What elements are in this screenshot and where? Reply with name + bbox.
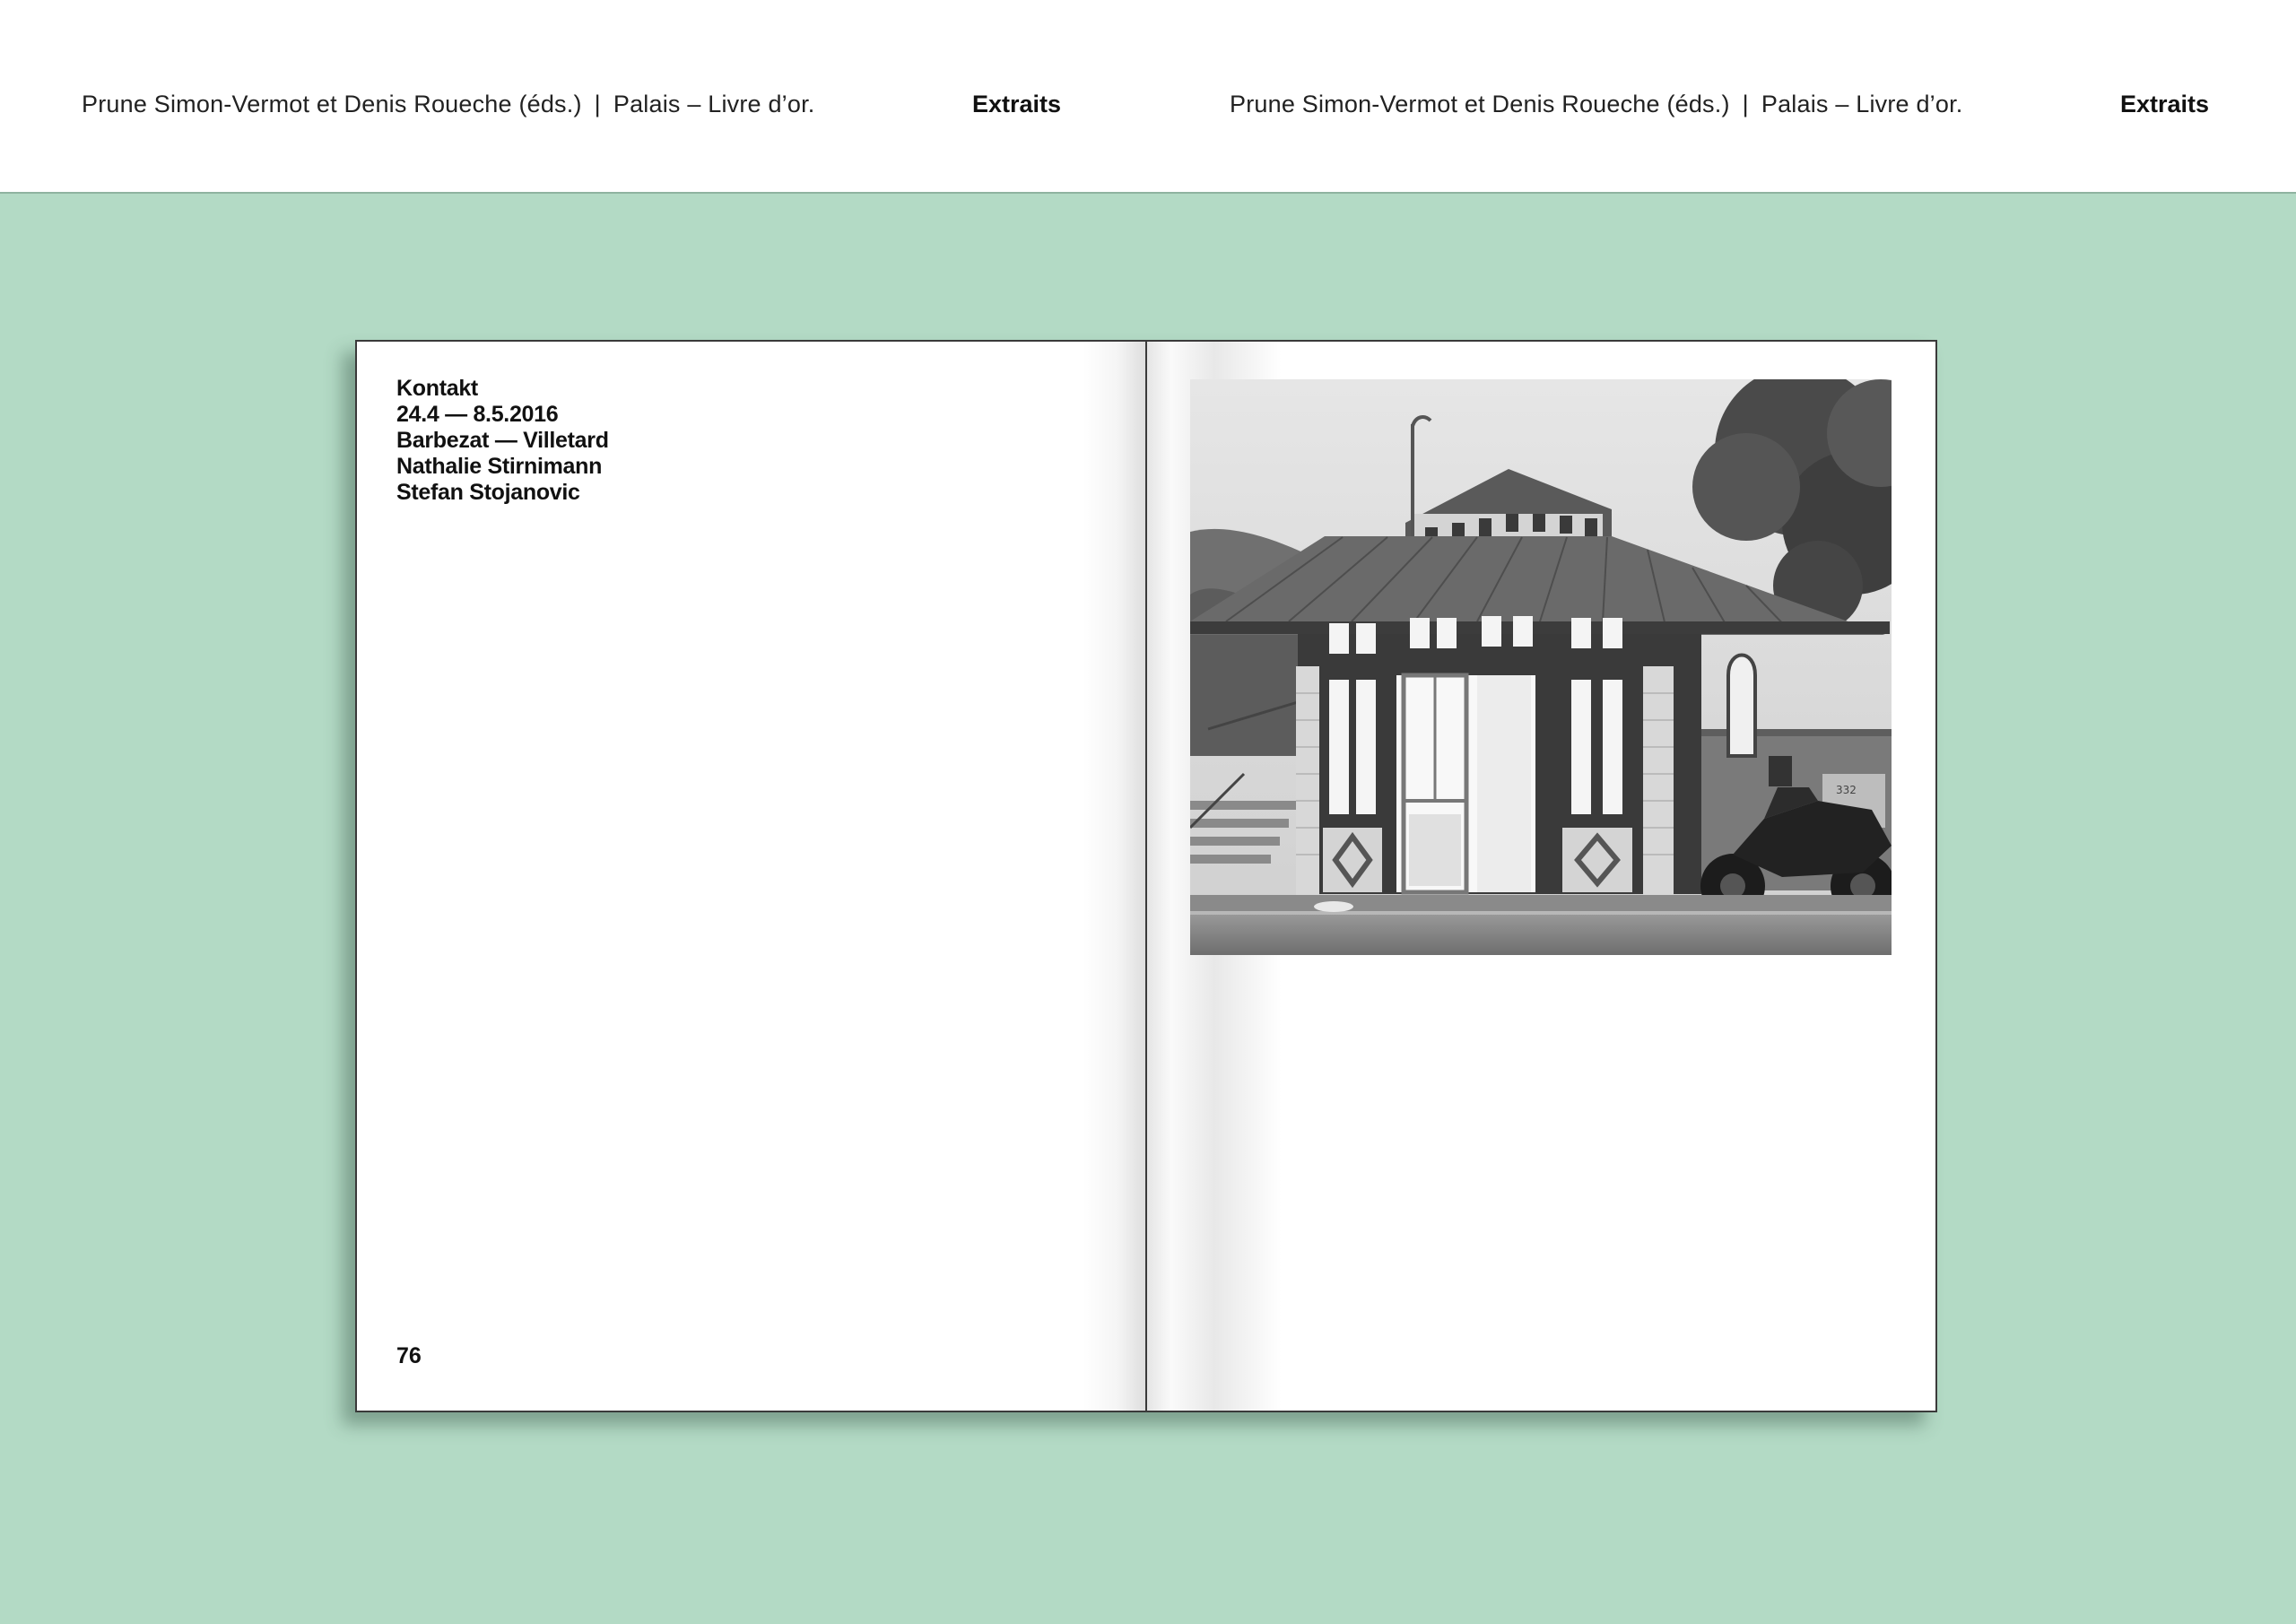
pavilion-photograph: 332 bbox=[1190, 379, 1892, 955]
pavilion-photo-illustration: 332 bbox=[1190, 379, 1892, 955]
header-left-title: Palais – Livre d’or. bbox=[613, 91, 815, 117]
wall-box-number: 332 bbox=[1836, 784, 1857, 796]
left-page: Kontakt 24.4 — 8.5.2016 Barbezat — Ville… bbox=[355, 340, 1146, 1412]
credit-line-dates: 24.4 — 8.5.2016 bbox=[396, 402, 559, 427]
header-left-separator: | bbox=[594, 91, 601, 117]
right-page: 332 bbox=[1146, 340, 1937, 1412]
page-number: 76 bbox=[396, 1343, 422, 1368]
header-left-section: Extraits bbox=[972, 91, 1062, 117]
credit-line-curator-1: Nathalie Stirnimann bbox=[396, 454, 603, 479]
header-right-reference: Prune Simon-Vermot et Denis Roueche (éds… bbox=[1230, 88, 1963, 120]
header-left-authors: Prune Simon-Vermot et Denis Roueche (éds… bbox=[82, 91, 582, 117]
page-header: Prune Simon-Vermot et Denis Roueche (éds… bbox=[0, 0, 2296, 194]
header-right-separator: | bbox=[1742, 91, 1749, 117]
exhibition-credits: Kontakt 24.4 — 8.5.2016 Barbezat — Ville… bbox=[396, 376, 609, 506]
header-right-section: Extraits bbox=[2120, 91, 2210, 117]
credit-line-curator-2: Stefan Stojanovic bbox=[396, 480, 580, 505]
credit-line-artists: Barbezat — Villetard bbox=[396, 428, 609, 453]
header-right-authors: Prune Simon-Vermot et Denis Roueche (éds… bbox=[1230, 91, 1730, 117]
credit-line-title: Kontakt bbox=[396, 376, 478, 401]
header-right-title: Palais – Livre d’or. bbox=[1761, 91, 1963, 117]
left-gutter-shadow bbox=[1083, 342, 1145, 1411]
header-left-reference: Prune Simon-Vermot et Denis Roueche (éds… bbox=[82, 88, 815, 120]
book-spread: Kontakt 24.4 — 8.5.2016 Barbezat — Ville… bbox=[355, 340, 1937, 1412]
